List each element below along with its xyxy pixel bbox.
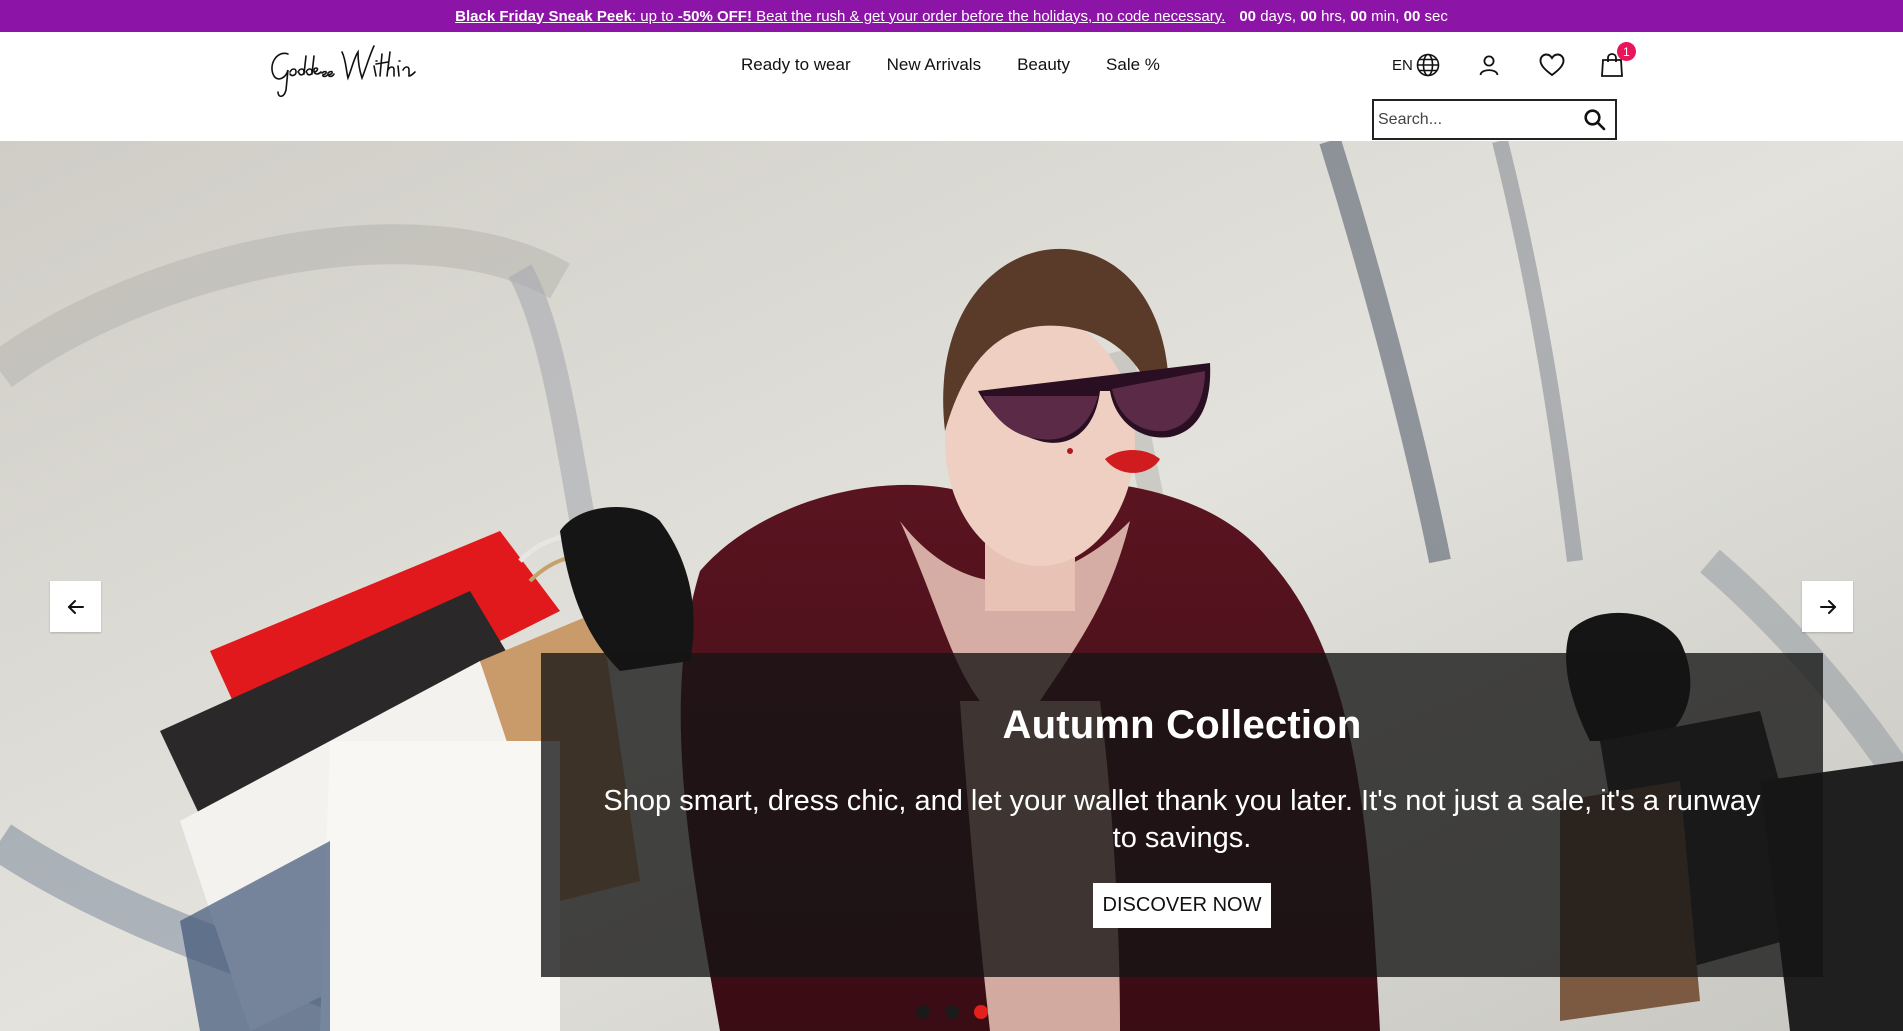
promo-text-a: : up to <box>631 7 678 25</box>
promo-headline: Black Friday Sneak Peek <box>455 7 632 25</box>
countdown-timer: 00 days, 00 hrs, 00 min, 00 sec <box>1239 8 1448 25</box>
arrow-right-icon <box>1819 599 1836 614</box>
slider-dot-2[interactable] <box>945 1005 959 1019</box>
user-icon <box>1479 55 1499 76</box>
slider-dot-3[interactable] <box>974 1005 988 1019</box>
hero-title: Autumn Collection <box>1002 703 1362 747</box>
hero-caption: Autumn Collection Shop smart, dress chic… <box>541 653 1823 977</box>
countdown-days-label: days, <box>1260 7 1297 25</box>
slider-dots <box>916 1005 988 1019</box>
countdown-sec: 00 <box>1403 7 1421 25</box>
heart-icon <box>1539 53 1565 77</box>
discover-now-button[interactable]: DISCOVER NOW <box>1093 883 1271 928</box>
countdown-hrs: 00 <box>1300 7 1317 25</box>
site-header: Ready to wear New Arrivals Beauty Sale %… <box>0 32 1903 141</box>
brand-logo[interactable] <box>266 40 426 100</box>
countdown-min: 00 <box>1350 7 1367 25</box>
countdown-sec-label: sec <box>1424 7 1448 25</box>
nav-item-sale[interactable]: Sale % <box>1106 55 1160 75</box>
arrow-left-icon <box>67 599 84 614</box>
countdown-days: 00 <box>1239 7 1257 25</box>
promo-text-b: Beat the rush & get your order before th… <box>751 7 1226 25</box>
slider-dot-1[interactable] <box>916 1005 930 1019</box>
language-selector[interactable]: EN <box>1392 52 1441 78</box>
wishlist-button[interactable] <box>1538 52 1566 78</box>
countdown-min-label: min, <box>1371 7 1400 25</box>
promo-bar: Black Friday Sneak Peek: up to -50% OFF!… <box>0 0 1903 32</box>
nav-item-ready-to-wear[interactable]: Ready to wear <box>741 55 851 75</box>
countdown-hrs-label: hrs, <box>1321 7 1347 25</box>
logo-script-graphic <box>271 45 416 98</box>
account-button[interactable] <box>1477 53 1501 77</box>
nav-item-new-arrivals[interactable]: New Arrivals <box>887 55 981 75</box>
search-icon[interactable] <box>1583 108 1607 132</box>
promo-link[interactable]: Black Friday Sneak Peek: up to -50% OFF!… <box>455 8 1225 25</box>
cart-count-badge: 1 <box>1616 42 1636 61</box>
search-box <box>1372 99 1617 140</box>
search-input[interactable] <box>1374 109 1580 130</box>
promo-discount: -50% OFF! <box>677 7 752 25</box>
cart-button[interactable]: 1 <box>1600 42 1636 78</box>
header-actions: EN 1 <box>1392 42 1636 78</box>
slider-next-button[interactable] <box>1802 581 1853 632</box>
hero-subtitle: Shop smart, dress chic, and let your wal… <box>603 785 1761 854</box>
nav-item-beauty[interactable]: Beauty <box>1017 55 1070 75</box>
language-code: EN <box>1392 56 1413 74</box>
globe-icon <box>1416 53 1440 77</box>
slider-prev-button[interactable] <box>50 581 101 632</box>
hero-slider: Autumn Collection Shop smart, dress chic… <box>0 141 1903 1031</box>
main-nav: Ready to wear New Arrivals Beauty Sale % <box>741 55 1160 75</box>
